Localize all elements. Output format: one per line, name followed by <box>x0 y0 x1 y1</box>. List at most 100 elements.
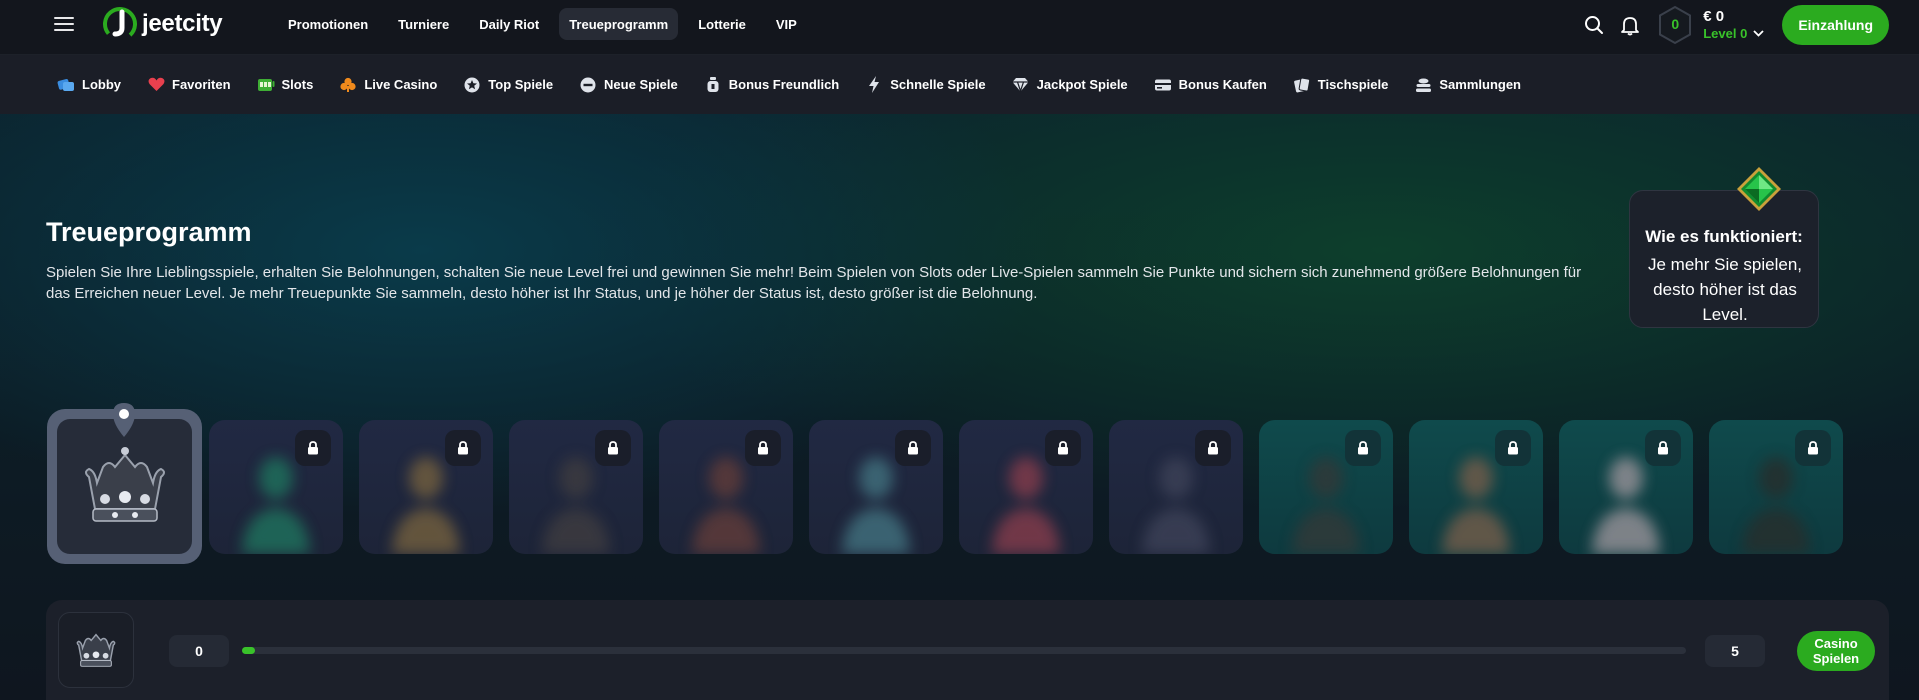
lock-badge <box>895 430 931 466</box>
progress-start-value: 0 <box>169 635 229 667</box>
nav-daily-riot[interactable]: Daily Riot <box>469 8 549 40</box>
lock-icon <box>1658 441 1668 455</box>
lock-badge <box>1195 430 1231 466</box>
locked-level-card[interactable] <box>1259 420 1393 554</box>
category-jackpot-spiele[interactable]: Jackpot Spiele <box>1012 76 1128 94</box>
locked-level-card[interactable] <box>359 420 493 554</box>
level-badge[interactable]: 0 <box>1657 5 1693 45</box>
locked-level-card[interactable] <box>1109 420 1243 554</box>
progress-end-value: 5 <box>1705 635 1765 667</box>
bell-icon[interactable] <box>1619 14 1641 36</box>
locked-level-card[interactable] <box>659 420 793 554</box>
category-tischspiele[interactable]: Tischspiele <box>1293 76 1389 94</box>
category-label: Jackpot Spiele <box>1036 77 1128 92</box>
nav-promotionen[interactable]: Promotionen <box>278 8 378 40</box>
lock-icon <box>1208 441 1218 455</box>
crown-icon <box>84 446 165 522</box>
category-favoriten[interactable]: Favoriten <box>147 76 231 94</box>
nav-treueprogramm[interactable]: Treueprogramm <box>559 8 679 40</box>
lock-icon <box>308 441 318 455</box>
chevron-down-icon <box>1753 30 1764 37</box>
menu-icon[interactable] <box>54 16 74 32</box>
search-icon[interactable] <box>1583 14 1605 36</box>
logo[interactable]: jeetcity <box>102 7 223 41</box>
locked-level-card[interactable] <box>509 420 643 554</box>
bonus-icon <box>704 76 722 94</box>
logo-text: jeetcity <box>142 10 223 37</box>
lock-badge <box>445 430 481 466</box>
lock-icon <box>1358 441 1368 455</box>
category-list: Lobby Favoriten Slots Live Casino Top Sp… <box>57 55 1547 114</box>
category-top-spiele[interactable]: Top Spiele <box>463 76 553 94</box>
locked-level-card[interactable] <box>1559 420 1693 554</box>
lock-badge <box>1645 430 1681 466</box>
heart-icon <box>147 76 165 94</box>
category-label: Bonus Kaufen <box>1178 77 1267 92</box>
category-label: Slots <box>281 77 314 92</box>
lock-badge <box>295 430 331 466</box>
level-label-text: Level 0 <box>1703 26 1748 41</box>
category-neue-spiele[interactable]: Neue Spiele <box>579 76 678 94</box>
category-bonus-freundlich[interactable]: Bonus Freundlich <box>704 76 840 94</box>
category-label: Lobby <box>82 77 121 92</box>
category-label: Schnelle Spiele <box>890 77 986 92</box>
nav-vip[interactable]: VIP <box>766 8 807 40</box>
locked-level-card[interactable] <box>1709 420 1843 554</box>
category-bar: Lobby Favoriten Slots Live Casino Top Sp… <box>0 55 1919 114</box>
play-casino-button[interactable]: Casino Spielen <box>1797 631 1875 671</box>
how-it-works-title: Wie es funktioniert: <box>1645 227 1803 246</box>
category-label: Live Casino <box>364 77 438 92</box>
category-label: Favoriten <box>172 77 231 92</box>
lock-badge <box>595 430 631 466</box>
category-label: Neue Spiele <box>604 77 678 92</box>
category-schnelle-spiele[interactable]: Schnelle Spiele <box>865 76 986 94</box>
locked-level-card[interactable] <box>809 420 943 554</box>
lock-icon <box>458 441 468 455</box>
wallet-dropdown[interactable]: € 0 Level 0 <box>1703 8 1764 42</box>
page-title: Treueprogramm <box>46 217 252 247</box>
locked-level-card[interactable] <box>959 420 1093 554</box>
category-lobby[interactable]: Lobby <box>57 76 121 94</box>
category-label: Tischspiele <box>1317 77 1389 92</box>
cards-icon <box>1293 76 1311 94</box>
lock-icon <box>908 441 918 455</box>
category-slots[interactable]: Slots <box>257 76 314 94</box>
lock-icon <box>1058 441 1068 455</box>
category-live-casino[interactable]: Live Casino <box>339 76 437 94</box>
locked-level-card[interactable] <box>1409 420 1543 554</box>
nav-lotterie[interactable]: Lotterie <box>688 8 756 40</box>
crown-icon <box>76 633 116 667</box>
level-carousel[interactable] <box>47 408 1889 566</box>
level-label: Level 0 <box>1703 25 1764 42</box>
how-it-works-card: Wie es funktioniert: Je mehr Sie spielen… <box>1629 190 1819 328</box>
lock-badge <box>1795 430 1831 466</box>
stack-icon <box>1414 76 1432 94</box>
locked-level-card[interactable] <box>209 420 343 554</box>
new-icon <box>579 76 597 94</box>
current-level-thumbnail <box>58 612 134 688</box>
current-level-image <box>57 419 192 554</box>
category-sammlungen[interactable]: Sammlungen <box>1414 76 1521 94</box>
lock-icon <box>1808 441 1818 455</box>
category-label: Bonus Freundlich <box>728 77 840 92</box>
balance-value: € 0 <box>1703 8 1725 25</box>
category-label: Top Spiele <box>488 77 554 92</box>
deposit-button[interactable]: Einzahlung <box>1782 5 1889 45</box>
category-bonus-kaufen[interactable]: Bonus Kaufen <box>1154 76 1267 94</box>
lock-badge <box>1495 430 1531 466</box>
page-description: Spielen Sie Ihre Lieblingsspiele, erhalt… <box>46 264 1582 302</box>
nav-turniere[interactable]: Turniere <box>388 8 459 40</box>
level-badge-number: 0 <box>1671 16 1680 32</box>
logo-icon <box>103 7 137 41</box>
lock-badge <box>1345 430 1381 466</box>
star-icon <box>463 76 481 94</box>
header-actions: 0 € 0 Level 0 Einzahlung <box>1569 4 1889 46</box>
category-label: Sammlungen <box>1439 77 1521 92</box>
slots-icon <box>257 76 275 94</box>
ticket-icon <box>1154 76 1172 94</box>
club-icon <box>339 76 357 94</box>
lock-icon <box>1508 441 1518 455</box>
how-it-works-text: Je mehr Sie spielen, desto höher ist das… <box>1647 255 1803 324</box>
lightning-icon <box>865 76 883 94</box>
location-pin-icon <box>113 403 135 437</box>
